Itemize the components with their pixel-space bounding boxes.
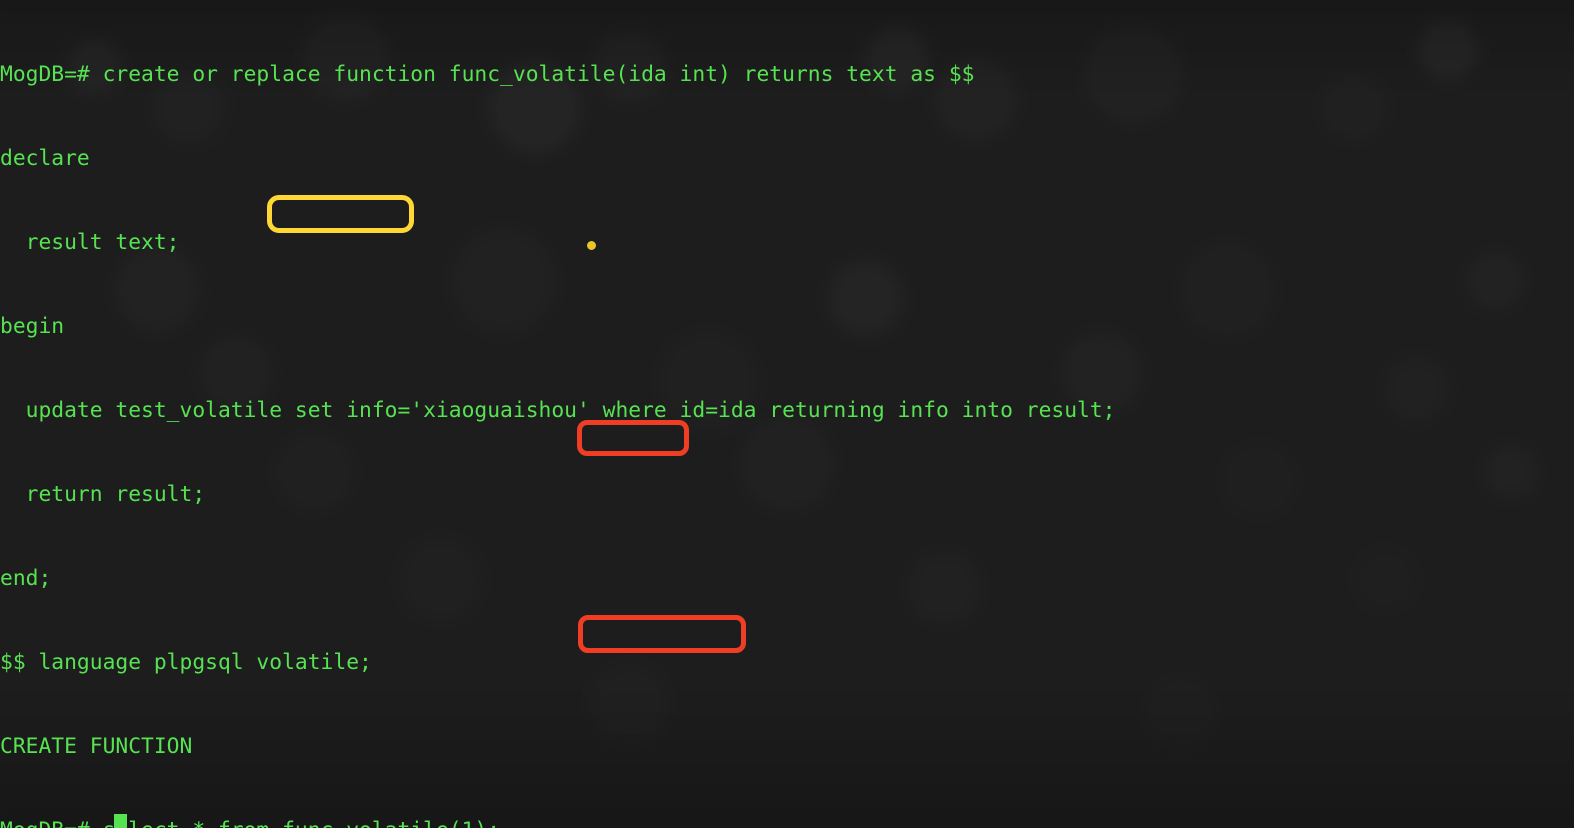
terminal-line: CREATE FUNCTION	[0, 734, 193, 759]
highlight-box-volatile	[267, 195, 414, 233]
terminal-line: MogDB=# select * from func_volatile(1);	[0, 817, 1574, 828]
highlight-box-stable	[577, 420, 689, 456]
terminal-line: result text;	[0, 230, 180, 255]
yellow-pointer-dot	[587, 241, 596, 250]
highlight-box-immutable	[578, 615, 746, 653]
terminal-window[interactable]: MogDB=# create or replace function func_…	[0, 0, 1574, 828]
terminal-line: return result;	[0, 482, 206, 507]
terminal-line: update test_volatile set info='xiaoguais…	[0, 398, 1116, 423]
terminal-line: begin	[0, 314, 65, 339]
terminal-line: end;	[0, 566, 52, 591]
terminal-line: declare	[0, 146, 90, 171]
terminal-line: $$ language plpgsql volatile;	[0, 650, 372, 675]
terminal-line: MogDB=# create or replace function func_…	[0, 62, 975, 87]
terminal-output[interactable]: MogDB=# create or replace function func_…	[0, 0, 1574, 828]
text-cursor	[114, 814, 127, 828]
